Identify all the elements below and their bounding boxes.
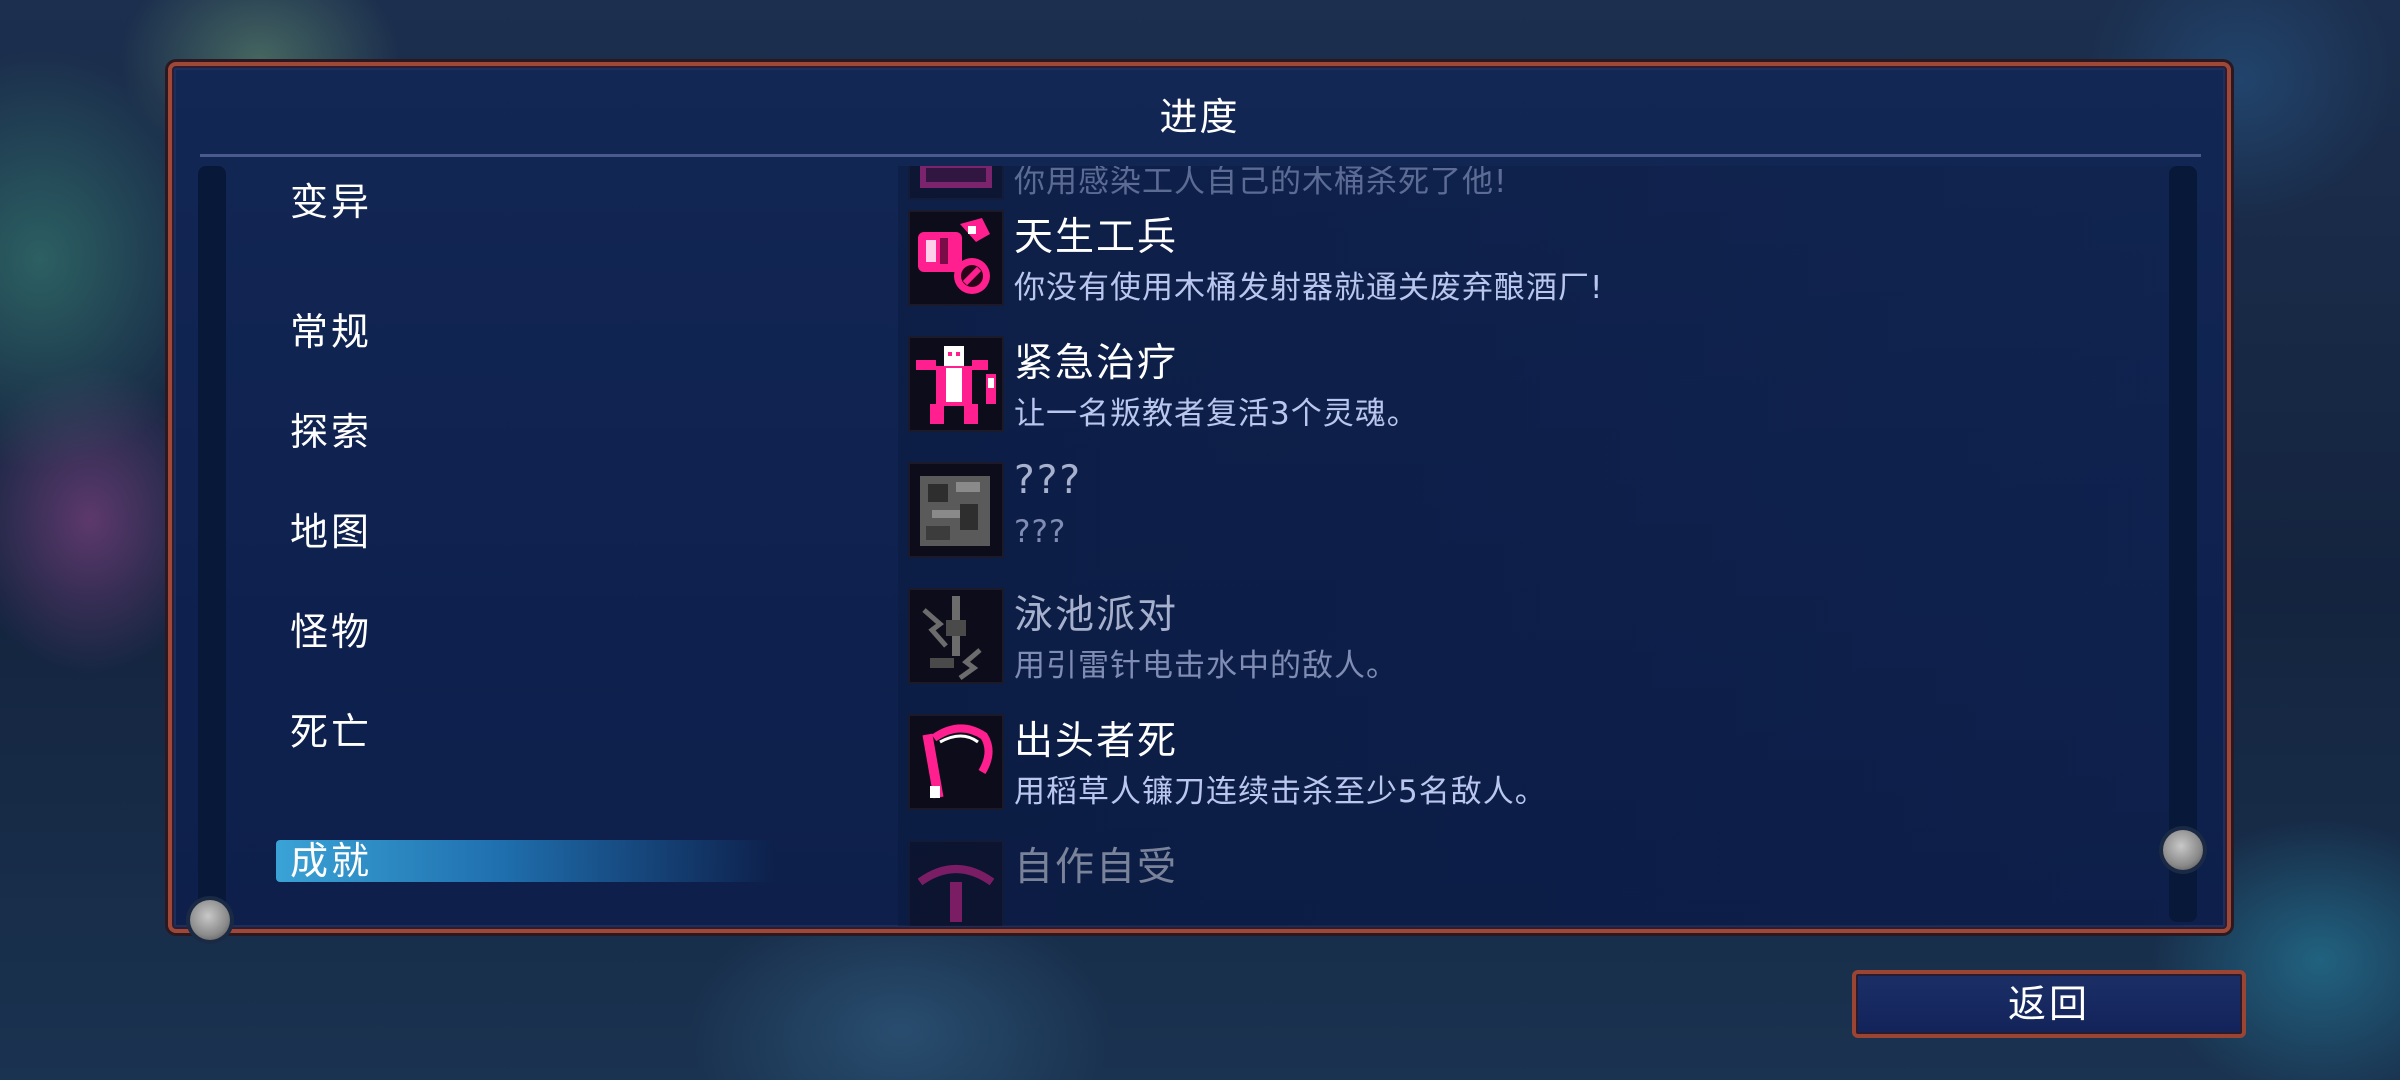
category-exploration[interactable]: 探索 bbox=[290, 408, 372, 456]
achievement-name: ??? bbox=[1014, 458, 1083, 503]
achievement-name: 出头者死 bbox=[1014, 719, 1179, 764]
achievement-description: 你用感染工人自己的木桶杀死了他! bbox=[1014, 166, 1508, 200]
achievement-description: 用稻草人镰刀连续击杀至少5名敌人。 bbox=[1014, 774, 1547, 810]
category-mutations[interactable]: 变异 bbox=[290, 178, 372, 226]
apostate-icon bbox=[908, 336, 1004, 432]
achievement-scroll-knob[interactable] bbox=[2163, 830, 2203, 870]
achievement-row[interactable]: 天生工兵 你没有使用木桶发射器就通关废弃酿酒厂! bbox=[908, 210, 2178, 306]
category-map[interactable]: 地图 bbox=[290, 508, 372, 556]
barrel-launcher-no-icon bbox=[908, 210, 1004, 306]
achievement-row[interactable]: 泳池派对 用引雷针电击水中的敌人。 bbox=[908, 588, 2178, 684]
achievement-name: 自作自受 bbox=[1014, 845, 1179, 890]
achievement-row[interactable]: ??? ??? bbox=[908, 458, 2178, 558]
scythe-icon bbox=[908, 714, 1004, 810]
category-achievements[interactable]: 成就 bbox=[276, 840, 776, 882]
achievement-row[interactable]: 你用感染工人自己的木桶杀死了他! bbox=[908, 166, 2178, 200]
achievement-name: 紧急治疗 bbox=[1014, 341, 1179, 386]
category-monsters[interactable]: 怪物 bbox=[290, 608, 372, 656]
crown-barrel-icon bbox=[908, 166, 1004, 200]
achievement-row[interactable]: 紧急治疗 让一名叛教者复活3个灵魂。 bbox=[908, 336, 2178, 432]
category-scrollbar[interactable] bbox=[198, 166, 226, 914]
achievement-list[interactable]: 你用感染工人自己的木桶杀死了他! 天生工兵 你没有使用木桶发射器就通关废弃酿酒厂… bbox=[898, 166, 2198, 926]
lightning-rod-icon bbox=[908, 588, 1004, 684]
achievement-row[interactable]: 出头者死 用稻草人镰刀连续击杀至少5名敌人。 bbox=[908, 714, 2178, 810]
achievement-description: 让一名叛教者复活3个灵魂。 bbox=[1014, 396, 1419, 432]
category-general[interactable]: 常规 bbox=[290, 308, 372, 356]
achievement-description: ??? bbox=[1014, 514, 1067, 550]
achievement-row[interactable]: 自作自受 bbox=[908, 840, 2178, 926]
back-button[interactable]: 返回 bbox=[1852, 970, 2246, 1038]
panel-title: 进度 bbox=[1159, 95, 1240, 139]
title-divider bbox=[200, 154, 2201, 157]
progress-panel: 进度 变异 常规 探索 地图 怪物 死亡 成就 你用感染工人自己的木桶杀死了他! bbox=[168, 62, 2231, 940]
self-harm-icon bbox=[908, 840, 1004, 926]
achievement-scrollbar[interactable] bbox=[2169, 166, 2197, 922]
category-scroll-knob[interactable] bbox=[190, 900, 230, 940]
category-deaths[interactable]: 死亡 bbox=[290, 708, 372, 756]
achievement-description: 你没有使用木桶发射器就通关废弃酿酒厂! bbox=[1014, 270, 1604, 306]
achievement-description: 用引雷针电击水中的敌人。 bbox=[1014, 648, 1398, 684]
achievement-name: 天生工兵 bbox=[1014, 215, 1179, 260]
mystery-scroll-icon bbox=[908, 462, 1004, 558]
achievement-name: 泳池派对 bbox=[1014, 593, 1179, 638]
